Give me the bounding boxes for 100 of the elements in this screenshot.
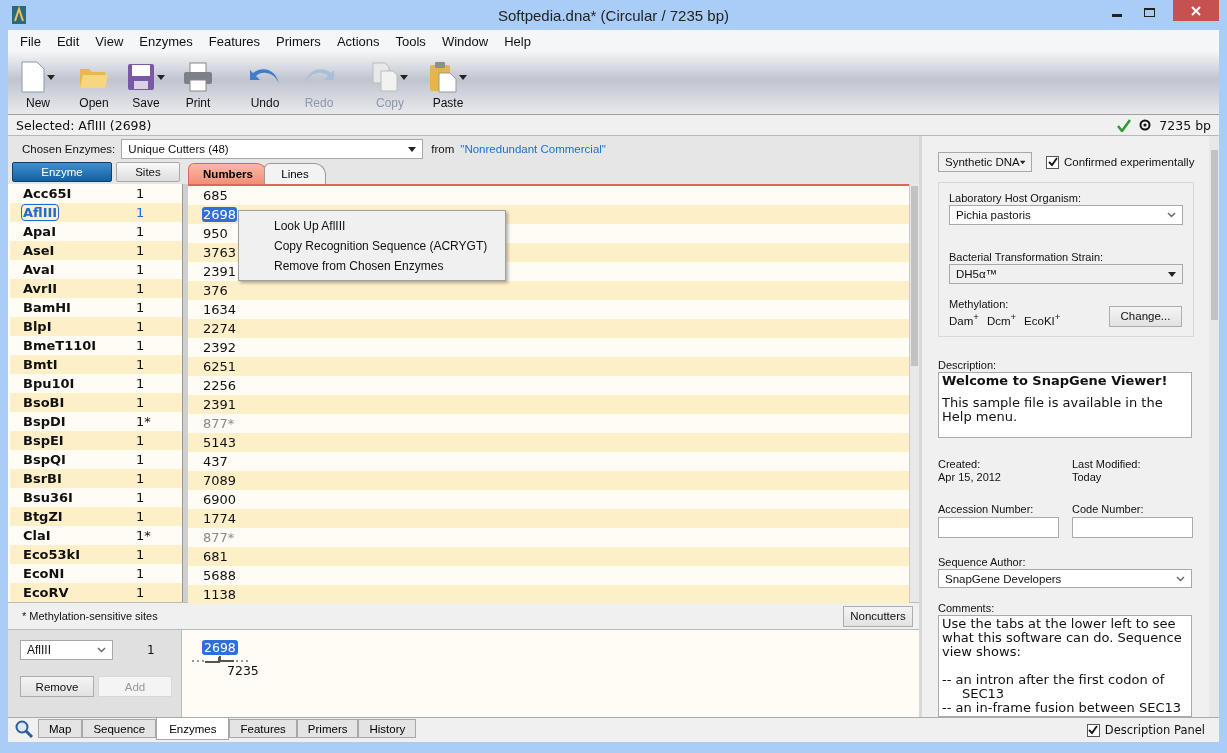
- created-date: Apr 15, 2012: [938, 470, 1002, 483]
- close-icon[interactable]: [1173, 0, 1219, 21]
- site-count: 1*: [136, 528, 151, 543]
- search-icon[interactable]: [14, 719, 34, 739]
- enzyme-dropdown[interactable]: AflIII: [20, 640, 113, 660]
- enzyme-name[interactable]: BspEI: [23, 433, 64, 448]
- field-label: Accession Number:: [938, 502, 1035, 515]
- menu-item[interactable]: Edit: [48, 33, 88, 49]
- context-menu-item[interactable]: Remove from Chosen Enzymes: [274, 258, 505, 273]
- footnote: * Methylation-sensitive sites: [22, 610, 158, 622]
- cut-position: 7089: [203, 473, 237, 488]
- site-count: 1: [136, 452, 145, 467]
- cut-position: 6900: [203, 492, 237, 507]
- enzyme-name[interactable]: BsrBI: [23, 471, 62, 486]
- toolbar-button[interactable]: New: [18, 58, 58, 110]
- site-count: 1: [136, 338, 145, 353]
- scrollbar[interactable]: [909, 184, 919, 602]
- site-count: 1: [136, 224, 145, 239]
- enzyme-set-link[interactable]: "Nonredundant Commercial": [460, 143, 606, 155]
- toolbar-button[interactable]: Open: [74, 58, 114, 110]
- enzyme-name[interactable]: Bsu36I: [23, 490, 73, 505]
- menu-item[interactable]: Primers: [268, 33, 329, 49]
- field-label: Code Number:: [1072, 502, 1145, 515]
- enzyme-name[interactable]: EcoRV: [23, 585, 69, 600]
- modified-date: Today: [1072, 470, 1103, 483]
- enzyme-name[interactable]: AflIII: [22, 205, 59, 220]
- clipboard-icon: [429, 61, 457, 93]
- caret-icon: [1019, 159, 1025, 165]
- enzyme-name[interactable]: BsoBI: [23, 395, 65, 410]
- cut-position: 5143: [203, 435, 237, 450]
- cut-position: 376: [203, 283, 228, 298]
- enzyme-name[interactable]: ClaI: [23, 528, 51, 543]
- column-sort-button[interactable]: Enzyme: [12, 162, 112, 182]
- scrollbar[interactable]: [1209, 136, 1219, 717]
- view-tab[interactable]: Primers: [296, 719, 359, 738]
- enzyme-name[interactable]: BspQI: [23, 452, 66, 467]
- sequence-length: 7235 bp: [1159, 117, 1211, 133]
- cut-position: 1774: [203, 511, 237, 526]
- enzyme-name[interactable]: AvrII: [23, 281, 58, 296]
- confirmed-checkbox[interactable]: Confirmed experimentally: [1046, 155, 1195, 169]
- enzyme-name[interactable]: BspDI: [23, 414, 66, 429]
- molecule-type-dropdown[interactable]: Synthetic DNA: [938, 152, 1032, 172]
- view-tab[interactable]: Features: [229, 719, 297, 738]
- site-count: 1: [136, 509, 145, 524]
- menu-item[interactable]: View: [87, 33, 132, 49]
- toolbar-button[interactable]: Save: [126, 58, 166, 110]
- field-label: Chosen Enzymes:: [22, 143, 116, 155]
- context-menu-item[interactable]: Look Up AflIII: [274, 218, 505, 233]
- enzyme-name[interactable]: AvaI: [23, 262, 55, 277]
- enzyme-name[interactable]: BmtI: [23, 357, 58, 372]
- enzyme-name[interactable]: AseI: [23, 243, 55, 258]
- view-tab[interactable]: Lines: [264, 163, 326, 184]
- context-menu-item[interactable]: Copy Recognition Sequence (ACRYGT): [274, 238, 505, 253]
- description-box[interactable]: Welcome to SnapGene Viewer! This sample file is available in the Help menu.: [938, 371, 1192, 438]
- toolbar-button[interactable]: Print: [178, 58, 218, 110]
- menu-item[interactable]: Window: [433, 33, 497, 49]
- accession-field[interactable]: [938, 516, 1059, 538]
- menu-item[interactable]: Tools: [387, 33, 434, 49]
- view-tab[interactable]: Map: [38, 719, 83, 738]
- cut-position: 3763: [203, 245, 237, 260]
- menu-item[interactable]: Help: [496, 33, 539, 49]
- menu-item[interactable]: Enzymes: [131, 33, 201, 49]
- site-count: 1: [136, 262, 145, 277]
- author-dropdown[interactable]: SnapGene Developers: [938, 568, 1192, 589]
- maximize-icon[interactable]: [1144, 8, 1155, 17]
- code-field[interactable]: [1072, 516, 1193, 538]
- enzyme-name[interactable]: BlpI: [23, 319, 52, 334]
- strain-dropdown[interactable]: DH5α™: [949, 264, 1183, 284]
- site-count: 1: [136, 300, 145, 315]
- view-tab[interactable]: Sequence: [82, 719, 157, 738]
- description-panel-checkbox[interactable]: Description Panel: [1086, 723, 1205, 737]
- site-count: 1: [136, 547, 145, 562]
- enzyme-name[interactable]: BtgZI: [23, 509, 63, 524]
- menu-item[interactable]: Features: [200, 33, 269, 49]
- change-button[interactable]: Change...: [1109, 305, 1182, 327]
- site-count: 1: [136, 566, 145, 581]
- action-button[interactable]: Remove: [20, 676, 94, 697]
- view-tab[interactable]: Enzymes: [156, 718, 230, 740]
- column-sort-button[interactable]: Sites: [116, 162, 180, 182]
- field-label: Bacterial Transformation Strain:: [949, 251, 1105, 263]
- enzyme-name[interactable]: ApaI: [23, 224, 56, 239]
- toolbar-button[interactable]: Undo: [242, 58, 288, 110]
- view-tab[interactable]: History: [358, 719, 417, 738]
- enzyme-name[interactable]: Eco53kI: [23, 547, 81, 562]
- enzyme-name[interactable]: EcoNI: [23, 566, 65, 581]
- noncutters-button[interactable]: Noncutters: [843, 605, 913, 627]
- toolbar-button[interactable]: Paste: [424, 58, 472, 110]
- enzyme-name[interactable]: Bpu10I: [23, 376, 75, 391]
- field-label: Laboratory Host Organism:: [949, 192, 1083, 204]
- host-dropdown[interactable]: Pichia pastoris: [949, 205, 1183, 225]
- cut-position: 2698: [202, 207, 238, 222]
- comments-box[interactable]: Use the tabs at the lower left to see what this software can do. Sequence view shows: -- an intron after the first codon of SEC13 -- an in-frame fusion between SEC13: [938, 615, 1192, 717]
- menu-item[interactable]: File: [12, 33, 49, 49]
- enzyme-name[interactable]: BmeT110I: [23, 338, 97, 353]
- selection-status: Selected: AflIII (2698): [16, 117, 152, 133]
- menu-item[interactable]: Actions: [328, 33, 388, 49]
- enzyme-name[interactable]: Acc65I: [23, 186, 72, 201]
- cut-position: 685: [203, 188, 228, 203]
- enzyme-name[interactable]: BamHI: [23, 300, 71, 315]
- chosen-enzymes-dropdown[interactable]: Unique Cutters (48): [121, 139, 424, 159]
